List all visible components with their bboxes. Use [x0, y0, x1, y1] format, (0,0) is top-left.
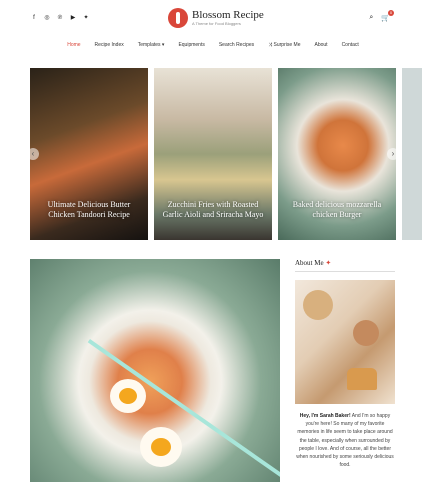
nav-item-search-recipes[interactable]: Search Recipes — [219, 42, 254, 48]
divider — [295, 271, 395, 272]
search-icon[interactable]: ⌕ — [369, 14, 373, 22]
twitter-icon[interactable]: ✦ — [82, 14, 90, 22]
slider-next-button[interactable]: › — [387, 148, 399, 160]
slide-card-partial[interactable] — [402, 68, 422, 240]
slide-card[interactable]: Ultimate Delicious Butter Chicken Tandoo… — [30, 68, 148, 240]
nav-item-about[interactable]: About — [314, 42, 327, 48]
featured-post-image[interactable] — [30, 259, 280, 482]
slide-caption[interactable]: Ultimate Delicious Butter Chicken Tandoo… — [36, 200, 142, 220]
site-logo[interactable]: Blossom Recipe A Theme for Food Bloggers — [168, 8, 264, 28]
star-icon: ✦ — [325, 259, 332, 267]
facebook-icon[interactable]: f — [30, 14, 38, 22]
about-title: About Me ✦ — [295, 259, 332, 267]
slider-prev-button[interactable]: ‹ — [27, 148, 39, 160]
slide-caption[interactable]: Baked delicious mozzarella chicken Burge… — [284, 200, 390, 220]
nav-item-templates[interactable]: Templates ▾ — [138, 42, 165, 48]
about-photo — [295, 280, 395, 404]
pinterest-icon[interactable]: ℗ — [56, 14, 64, 22]
header-tools: ⌕ 🛒 0 — [369, 10, 394, 22]
about-text: Hey, I'm Sarah Baker! And I'm so happy y… — [296, 413, 394, 469]
slide-image — [402, 68, 422, 240]
nav-item-surprise-me[interactable]: ⤨ Surprise Me — [268, 42, 300, 48]
slide-caption[interactable]: Zucchini Fries with Roasted Garlic Aioli… — [160, 200, 266, 220]
youtube-icon[interactable]: ▶ — [69, 14, 77, 22]
cart-count-badge: 0 — [388, 10, 394, 16]
site-title: Blossom Recipe — [192, 9, 264, 21]
nav-item-equipments[interactable]: Equipments — [178, 42, 204, 48]
main-nav: Home Recipe Index Templates ▾ Equipments… — [0, 42, 426, 48]
nav-item-contact[interactable]: Contact — [342, 42, 359, 48]
cart-icon[interactable]: 🛒 0 — [381, 10, 394, 22]
instagram-icon[interactable]: ◎ — [43, 14, 51, 22]
social-links: f ◎ ℗ ▶ ✦ — [30, 14, 90, 22]
nav-item-recipe-index[interactable]: Recipe Index — [95, 42, 124, 48]
egg-decoration — [140, 427, 182, 467]
site-tagline: A Theme for Food Bloggers — [192, 21, 241, 26]
about-widget: About Me ✦ Hey, I'm Sarah Baker! And I'm… — [295, 259, 395, 469]
top-bar: f ◎ ℗ ▶ ✦ Blossom Recipe A Theme for Foo… — [0, 0, 426, 36]
featured-slider: Ultimate Delicious Butter Chicken Tandoo… — [27, 68, 422, 240]
nav-item-home[interactable]: Home — [67, 42, 80, 48]
slide-card[interactable]: Zucchini Fries with Roasted Garlic Aioli… — [154, 68, 272, 240]
slide-card[interactable]: Baked delicious mozzarella chicken Burge… — [278, 68, 396, 240]
egg-decoration — [110, 379, 146, 413]
logo-icon — [168, 8, 188, 28]
